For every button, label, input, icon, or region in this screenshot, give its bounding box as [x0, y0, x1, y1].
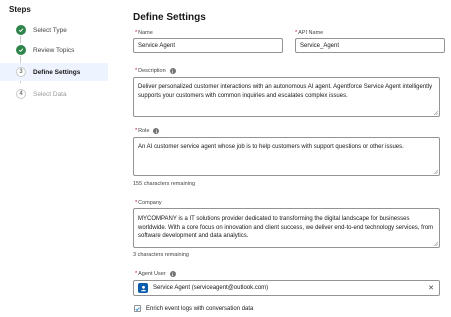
step-review-topics[interactable]: Review Topics: [0, 41, 108, 59]
description-label: * Description i: [135, 68, 176, 74]
check-icon: [135, 306, 140, 311]
step-label: Select Type: [33, 26, 67, 34]
role-char-count: 155 characters remaining: [133, 181, 196, 187]
agent-user-label: * Agent User i: [135, 271, 176, 277]
agent-user-lookup[interactable]: Service Agent (serviceagent@outlook.com)…: [133, 280, 440, 296]
resize-handle-icon[interactable]: [433, 110, 438, 115]
close-icon[interactable]: ✕: [428, 284, 434, 292]
info-icon[interactable]: i: [169, 271, 176, 277]
step-define-settings[interactable]: 3 Define Settings: [0, 63, 108, 81]
step-select-data[interactable]: 4 Select Data: [0, 85, 108, 103]
enrich-checkbox-label: Enrich event logs with conversation data: [146, 305, 254, 312]
page-title: Define Settings: [133, 12, 206, 23]
info-icon[interactable]: i: [169, 68, 176, 74]
enrich-event-logs-option[interactable]: Enrich event logs with conversation data: [134, 305, 253, 312]
check-icon: [16, 25, 26, 35]
company-textarea[interactable]: MYCOMPANY is a IT solutions provider ded…: [133, 208, 440, 248]
api-name-input[interactable]: Service_Agent: [295, 38, 445, 53]
resize-handle-icon[interactable]: [433, 241, 438, 246]
description-textarea[interactable]: Deliver personalized customer interactio…: [133, 77, 440, 117]
required-marker: *: [135, 271, 138, 277]
required-marker: *: [135, 128, 138, 134]
steps-sidebar: Steps Select Type Review Topics 3 Define…: [0, 0, 108, 317]
company-char-count: 3 characters remaining: [133, 252, 189, 258]
step-label: Review Topics: [33, 46, 75, 54]
required-marker: *: [135, 200, 138, 206]
name-label: * Name: [135, 30, 153, 36]
step-label: Select Data: [33, 90, 67, 98]
role-label: * Role i: [135, 128, 160, 134]
step-number: 3: [16, 67, 26, 77]
api-name-label: * API Name: [295, 30, 324, 36]
info-icon[interactable]: i: [153, 128, 160, 134]
step-number: 4: [16, 89, 26, 99]
check-icon: [16, 45, 26, 55]
step-select-type[interactable]: Select Type: [0, 21, 108, 39]
role-textarea[interactable]: An AI customer service agent whose job i…: [133, 137, 440, 176]
steps-title: Steps: [9, 5, 31, 14]
company-label: * Company: [135, 200, 162, 206]
step-label: Define Settings: [33, 68, 81, 76]
enrich-checkbox[interactable]: [134, 305, 141, 312]
user-icon: [138, 283, 148, 293]
required-marker: *: [295, 30, 298, 36]
name-input[interactable]: Service Agent: [133, 38, 283, 53]
required-marker: *: [135, 30, 138, 36]
resize-handle-icon[interactable]: [433, 169, 438, 174]
required-marker: *: [135, 68, 138, 74]
